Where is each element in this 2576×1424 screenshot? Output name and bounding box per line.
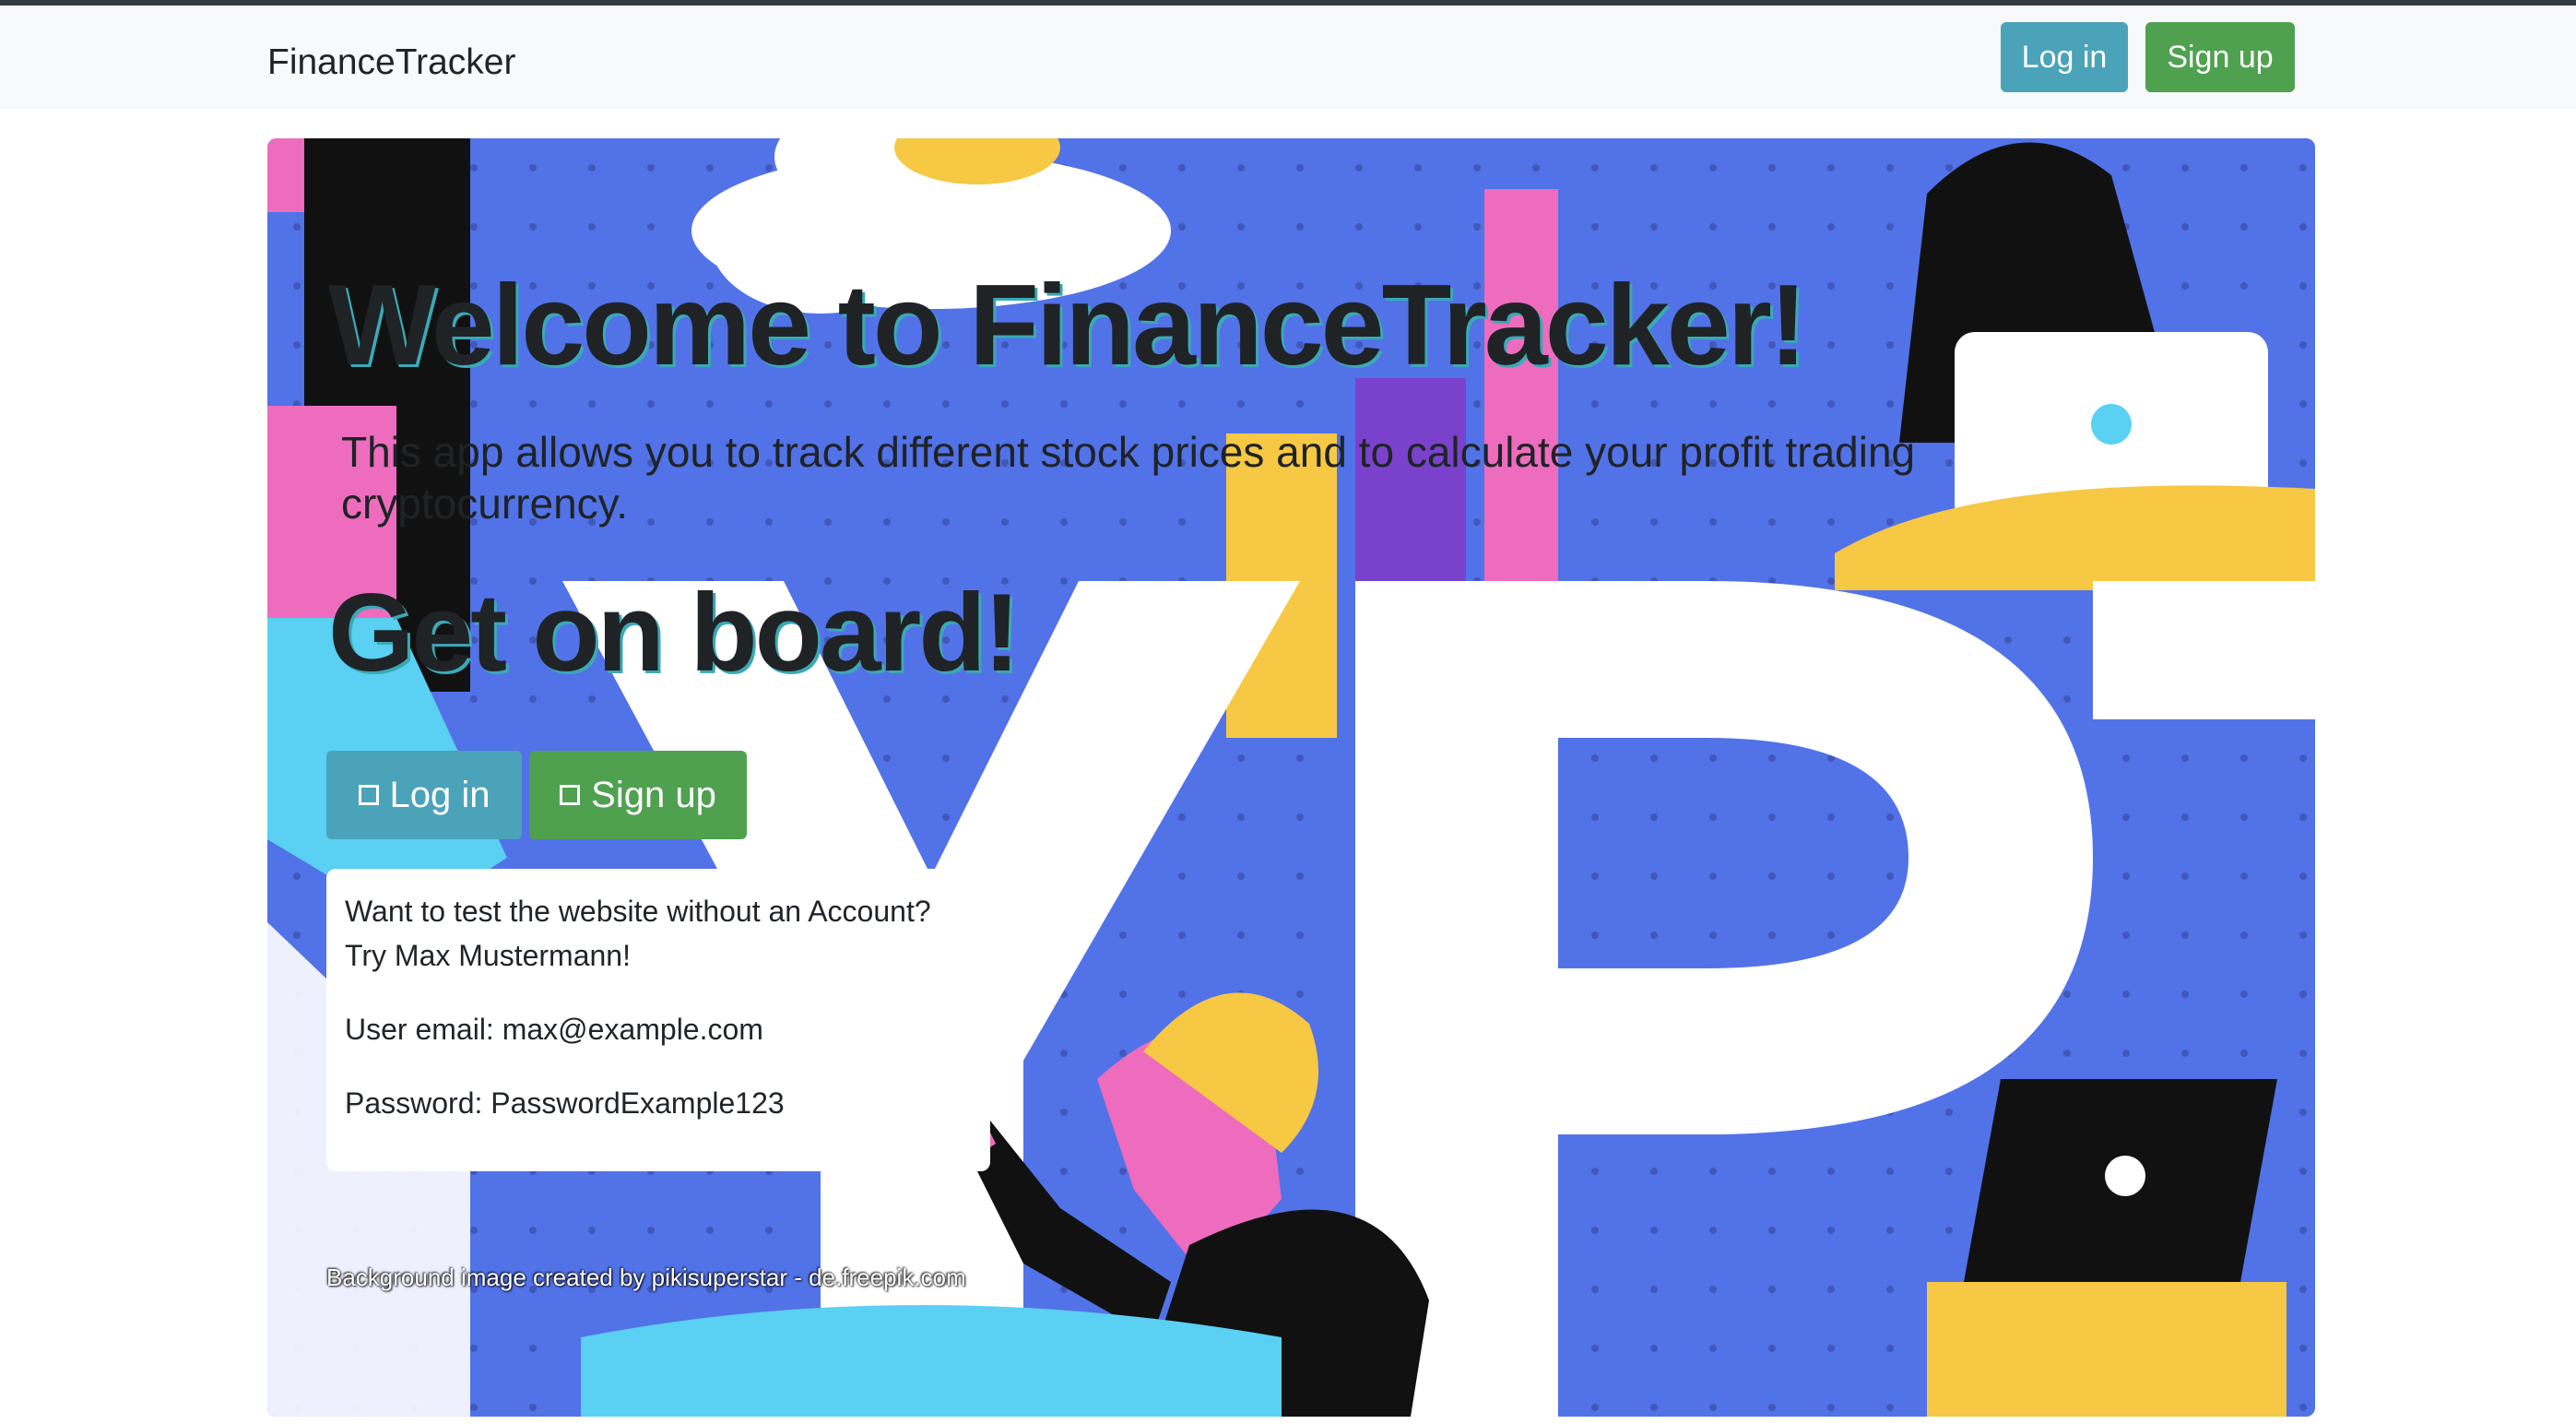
demo-password: Password: PasswordExample123	[345, 1086, 785, 1120]
demo-name: Try Max Mustermann!	[345, 939, 631, 972]
navbar: FinanceTracker Log in Sign up	[0, 6, 2576, 109]
demo-account-card: Want to test the website without an Acco…	[326, 869, 990, 1171]
nav-signup-button[interactable]: Sign up	[2145, 22, 2295, 92]
hero-subtitle: Get on board!	[328, 571, 1021, 694]
hero-signup-button[interactable]: Sign up	[529, 751, 747, 839]
square-icon	[560, 785, 581, 805]
hero-title: Welcome to FinanceTracker!	[328, 262, 1807, 389]
hero-signup-label: Sign up	[591, 775, 716, 815]
nav-login-button[interactable]: Log in	[2001, 22, 2128, 92]
hero-jumbotron: Welcome to FinanceTracker! This app allo…	[267, 138, 2315, 1417]
demo-intro: Want to test the website without an Acco…	[345, 895, 931, 928]
hero-login-button[interactable]: Log in	[326, 751, 522, 839]
demo-email: User email: max@example.com	[345, 1013, 763, 1046]
image-credit: Background image created by pikisupersta…	[326, 1264, 966, 1291]
square-icon	[358, 785, 379, 805]
hero-login-label: Log in	[389, 775, 490, 815]
brand-logo[interactable]: FinanceTracker	[267, 35, 515, 90]
hero-lead: This app allows you to track different s…	[341, 428, 1916, 528]
